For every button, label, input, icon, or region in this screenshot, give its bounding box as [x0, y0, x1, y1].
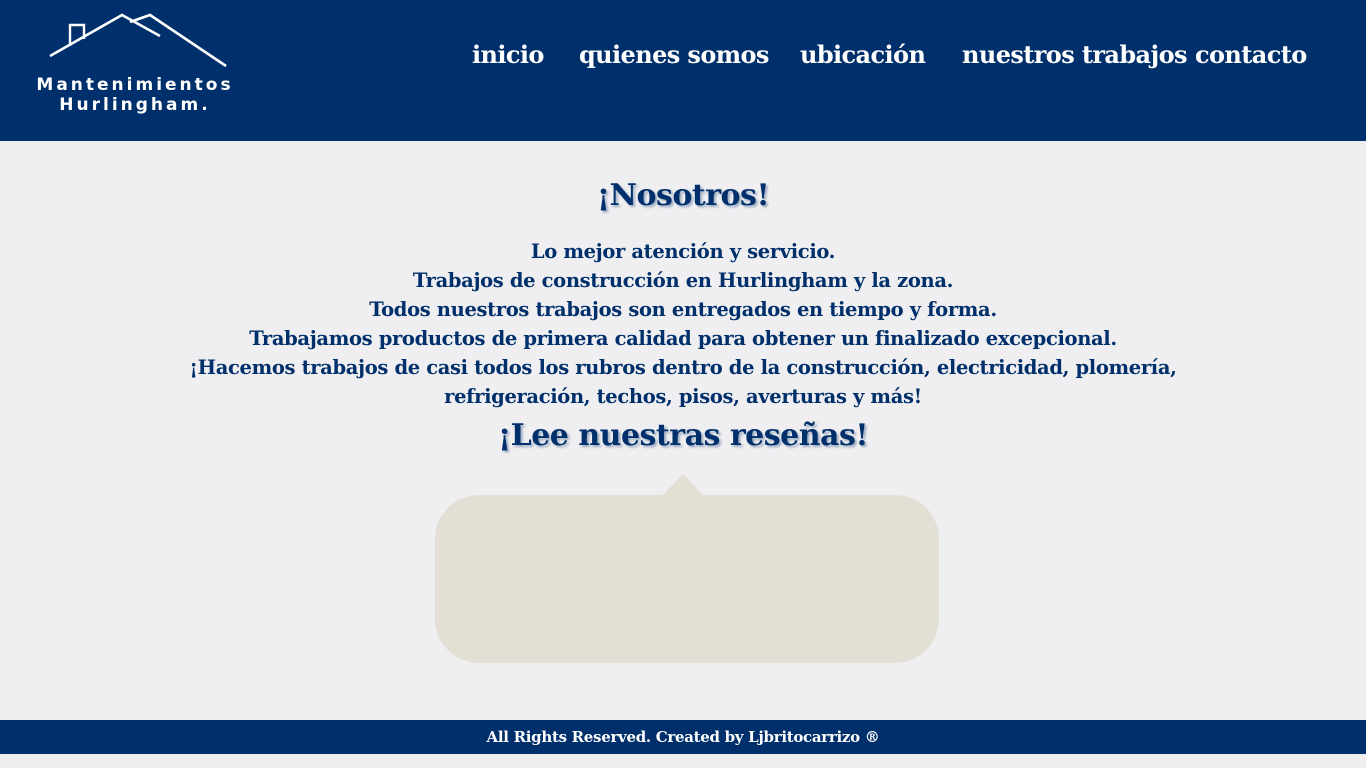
- reviews-title: ¡Lee nuestras reseñas!: [497, 418, 869, 453]
- brand-name-line1: Mantenimientos: [36, 75, 234, 95]
- site-footer: All Rights Reserved. Created by Ljbritoc…: [0, 720, 1366, 754]
- site-header: Mantenimientos Hurlingham. inicio quiene…: [0, 0, 1366, 141]
- nav-link-nuestros-trabajos[interactable]: nuestros trabajos: [962, 38, 1188, 72]
- nav-link-quienes-somos[interactable]: quienes somos: [579, 38, 769, 72]
- about-line: Lo mejor atención y servicio.: [530, 240, 836, 263]
- nav-link-contacto[interactable]: contacto: [1195, 38, 1307, 72]
- about-line: Trabajamos productos de primera calidad …: [249, 327, 1117, 350]
- brand-logo[interactable]: Mantenimientos Hurlingham.: [30, 12, 240, 122]
- brand-name-line2: Hurlingham.: [59, 95, 211, 115]
- about-title: ¡Nosotros!: [596, 178, 770, 213]
- about-text: Lo mejor atención y servicio. Trabajos d…: [183, 237, 1183, 411]
- footer-text: All Rights Reserved. Created by Ljbritoc…: [486, 728, 880, 746]
- about-line: Todos nuestros trabajos son entregados e…: [369, 298, 997, 321]
- about-line: ¡Hacemos trabajos de casi todos los rubr…: [189, 356, 1177, 408]
- house-roof-icon: [49, 13, 227, 68]
- nav-link-inicio[interactable]: inicio: [472, 38, 544, 72]
- about-line: Trabajos de construcción en Hurlingham y…: [412, 269, 954, 292]
- nav-link-ubicacion[interactable]: ubicación: [800, 38, 926, 72]
- reviews-bubble-pointer: [662, 474, 704, 496]
- reviews-box: [435, 495, 939, 663]
